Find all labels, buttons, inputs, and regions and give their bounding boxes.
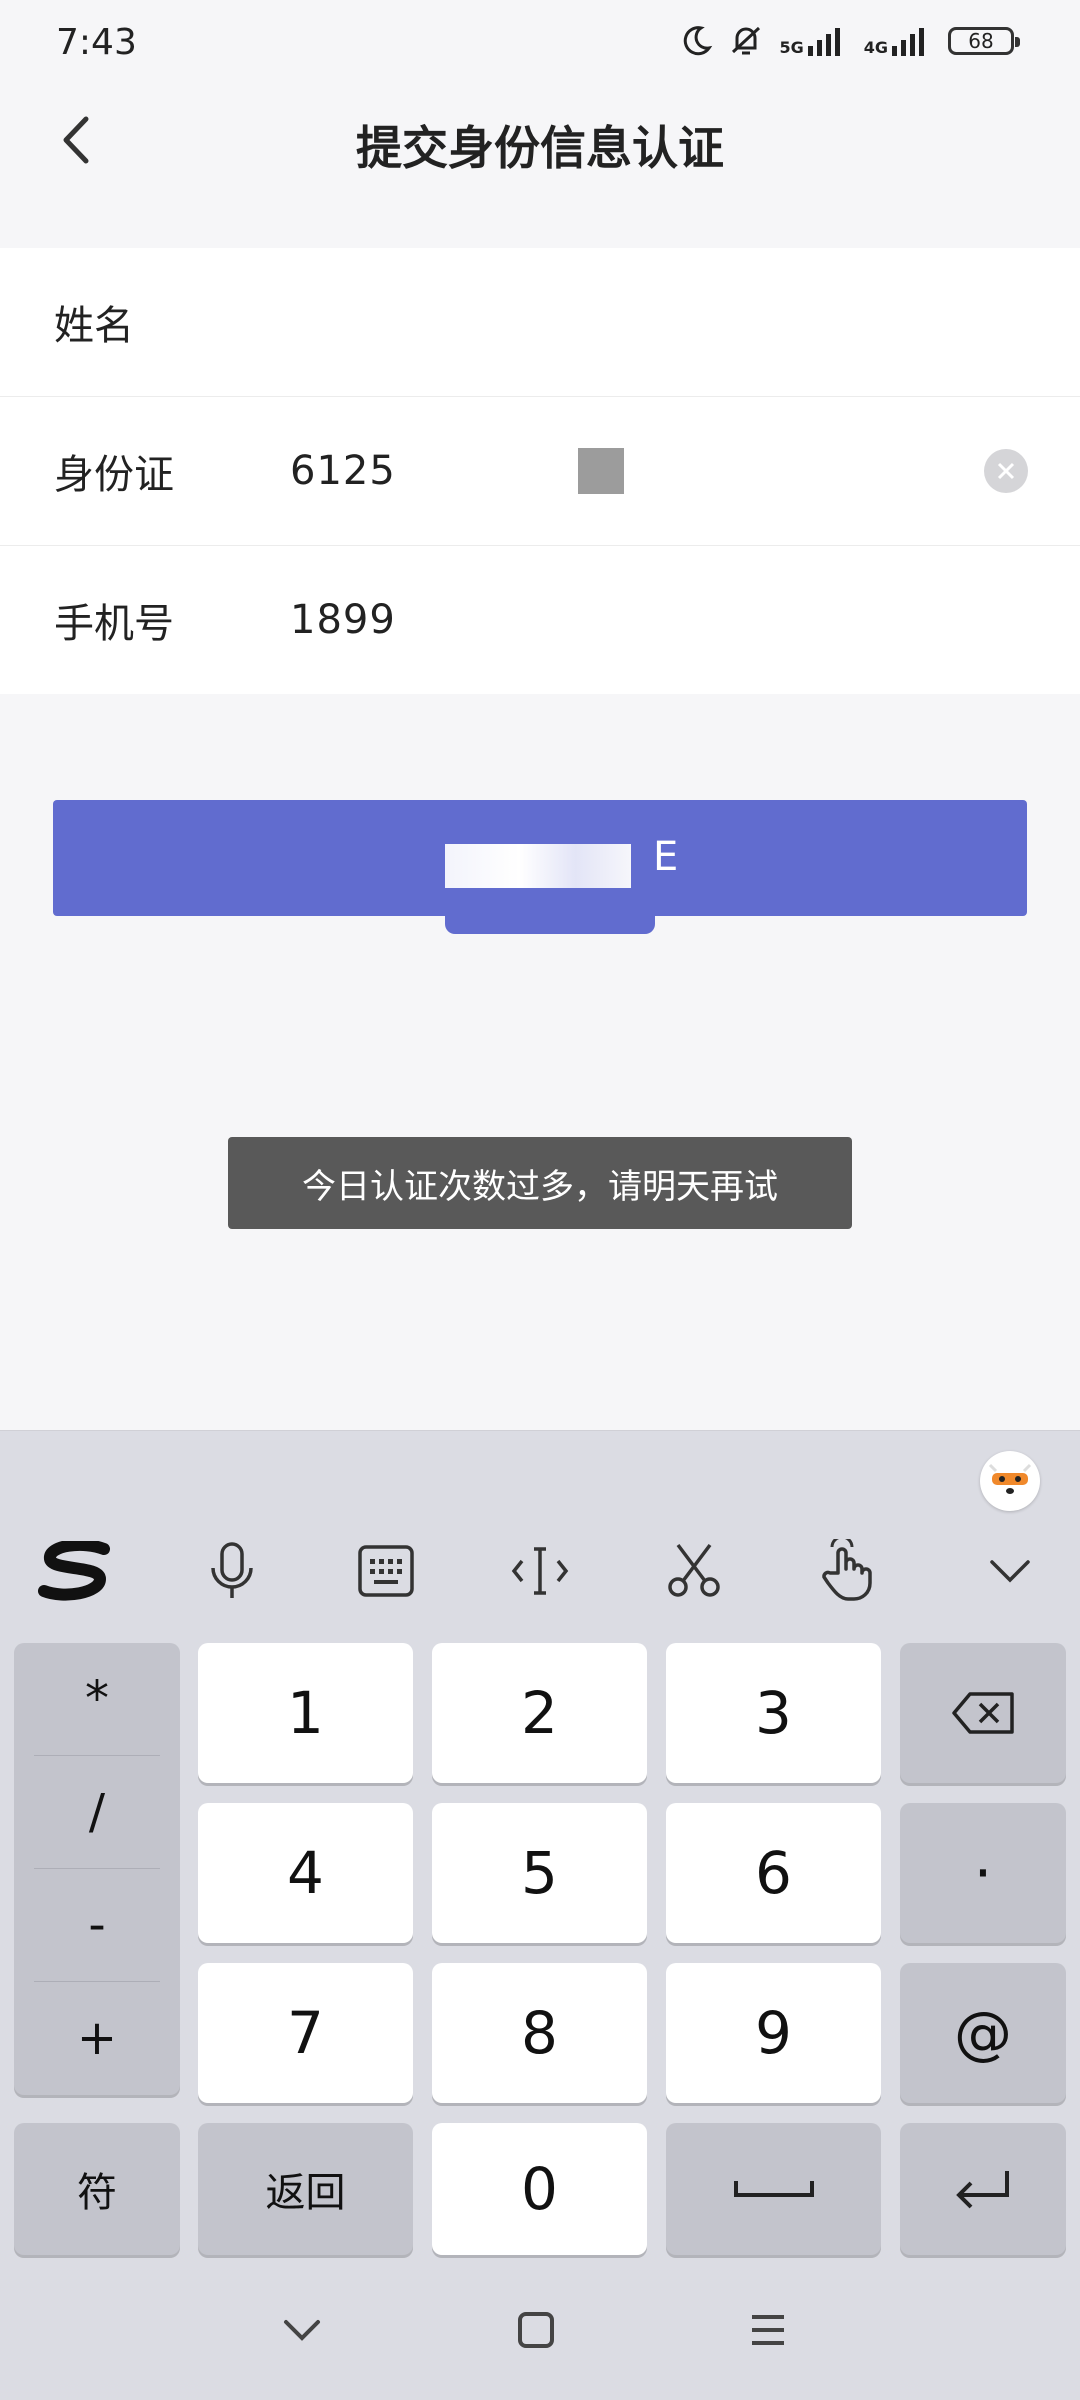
network-5g-label: 5G — [779, 38, 804, 57]
toast-message: 今日认证次数过多，请明天再试 — [228, 1137, 852, 1229]
key-dot[interactable]: · — [900, 1803, 1066, 1943]
square-icon — [518, 2312, 554, 2348]
sogou-logo-icon — [38, 1541, 110, 1601]
redaction-mark — [445, 916, 655, 934]
id-label: 身份证 — [54, 452, 174, 498]
nav-home-button[interactable] — [506, 2300, 566, 2360]
key-7[interactable]: 7 — [198, 1963, 413, 2103]
key-1[interactable]: 1 — [198, 1643, 413, 1783]
clear-button[interactable] — [984, 449, 1028, 493]
symbol-column: * / - + — [14, 1643, 180, 2095]
redaction-mark — [578, 448, 624, 494]
moon-icon — [684, 26, 713, 56]
key-2[interactable]: 2 — [432, 1643, 647, 1783]
cursor-move-icon — [511, 1547, 569, 1595]
clear-circle-icon — [997, 462, 1015, 480]
symbols-key[interactable]: 符 — [14, 2123, 180, 2255]
collapse-keyboard-button[interactable] — [970, 1531, 1050, 1611]
chevron-down-icon — [284, 2320, 320, 2341]
key-plus[interactable]: + — [14, 1982, 180, 2094]
sogou-logo-button[interactable] — [36, 1531, 116, 1611]
gesture-button[interactable] — [808, 1531, 888, 1611]
network-4g-label: 4G — [863, 38, 888, 57]
id-input[interactable]: 6125 — [290, 448, 396, 494]
signal-icon — [892, 28, 924, 56]
key-9[interactable]: 9 — [666, 1963, 881, 2103]
system-nav-bar — [0, 2270, 1080, 2400]
key-8[interactable]: 8 — [432, 1963, 647, 2103]
key-6[interactable]: 6 — [666, 1803, 881, 1943]
keyboard-icon — [358, 1545, 414, 1597]
key-3[interactable]: 3 — [666, 1643, 881, 1783]
keyboard: * / - + 1 2 3 4 5 6 · 7 8 9 @ 符 返回 0 — [0, 1430, 1080, 2400]
phone-row[interactable]: 手机号 1899 — [0, 546, 1080, 694]
name-row[interactable]: 姓名 — [0, 248, 1080, 396]
key-at[interactable]: @ — [900, 1963, 1066, 2103]
scissors-icon — [668, 1543, 720, 1597]
submit-label: E — [653, 834, 679, 880]
fox-mascot-icon — [988, 1463, 1032, 1494]
key-5[interactable]: 5 — [432, 1803, 647, 1943]
keyboard-switch-button[interactable] — [346, 1531, 426, 1611]
battery-indicator: 68 — [948, 27, 1020, 55]
keyboard-toolbar — [0, 1511, 1080, 1651]
phone-input[interactable]: 1899 — [290, 597, 396, 643]
page-title: 提交身份信息认证 — [356, 121, 724, 175]
cursor-button[interactable] — [500, 1531, 580, 1611]
key-4[interactable]: 4 — [198, 1803, 413, 1943]
key-minus[interactable]: - — [14, 1869, 180, 1981]
space-key[interactable] — [666, 2123, 881, 2255]
mute-bell-icon — [732, 26, 761, 55]
key-0[interactable]: 0 — [432, 2123, 647, 2255]
chevron-down-icon — [990, 1560, 1030, 1583]
space-icon — [733, 2181, 814, 2197]
backspace-icon — [952, 1692, 1014, 1734]
nav-menu-button[interactable] — [738, 2300, 798, 2360]
enter-key[interactable] — [900, 2123, 1066, 2255]
voice-input-button[interactable] — [192, 1531, 272, 1611]
id-row[interactable]: 身份证 6125 — [0, 397, 1080, 545]
signal-icon — [807, 28, 840, 56]
nav-hide-keyboard-button[interactable] — [272, 2300, 332, 2360]
submit-button[interactable]: E — [53, 800, 1027, 934]
name-label: 姓名 — [54, 303, 134, 349]
status-icons: 5G 4G 68 — [679, 22, 1020, 60]
hand-gesture-icon — [822, 1539, 872, 1601]
phone-label: 手机号 — [54, 601, 174, 647]
status-time: 7:43 — [56, 22, 137, 63]
identity-form: 姓名 身份证 6125 手机号 1899 — [0, 248, 1080, 694]
enter-icon — [956, 2171, 1009, 2209]
cut-button[interactable] — [654, 1531, 734, 1611]
microphone-icon — [211, 1542, 253, 1598]
key-slash[interactable]: / — [14, 1756, 180, 1868]
key-asterisk[interactable]: * — [14, 1643, 180, 1755]
return-key[interactable]: 返回 — [198, 2123, 413, 2255]
redaction-mark — [445, 844, 631, 888]
backspace-key[interactable] — [900, 1643, 1066, 1783]
mascot-icon[interactable] — [980, 1451, 1040, 1511]
menu-icon — [752, 2315, 784, 2345]
